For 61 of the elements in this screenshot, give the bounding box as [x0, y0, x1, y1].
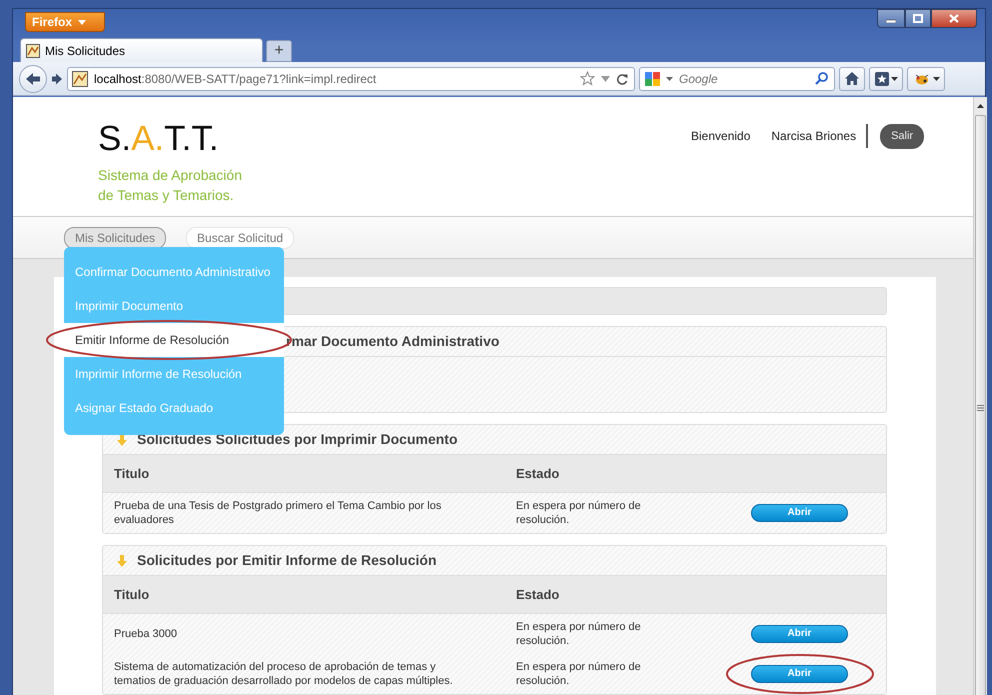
home-button[interactable] [839, 66, 865, 90]
table-cell-text: En espera por número de resolución. [516, 620, 642, 648]
menu-item[interactable]: Confirmar Documento Administrativo [75, 263, 270, 281]
table-cell-text: En espera por número de resolución. [516, 499, 642, 527]
column-header: Estado [516, 586, 560, 604]
down-arrow-icon [117, 554, 127, 566]
caret-icon [890, 76, 898, 80]
section-title: Solicitudes Solicitudes por Imprimir Documento [137, 430, 458, 449]
minimize-button[interactable] [877, 9, 905, 28]
search-field[interactable]: Google [639, 66, 835, 90]
firefox-menu-button[interactable]: Firefox [25, 12, 105, 32]
logout-button[interactable]: Salir [880, 124, 924, 148]
caret-icon [78, 20, 86, 24]
down-arrow-icon [117, 434, 127, 446]
reload-icon[interactable] [616, 72, 628, 84]
close-button[interactable] [931, 9, 977, 28]
browser-tab[interactable]: Mis Solicitudes [20, 38, 263, 62]
caret-icon [932, 76, 940, 80]
column-header: Titulo [113, 586, 150, 604]
maximize-button[interactable] [905, 9, 931, 28]
search-engine-icon [644, 70, 662, 86]
grip-icon [977, 405, 984, 411]
nav-tab[interactable]: Buscar Solicitud [186, 226, 294, 248]
caret-icon [666, 76, 673, 80]
star-icon[interactable] [580, 71, 595, 86]
close-icon [949, 14, 959, 23]
addon-button[interactable] [907, 66, 945, 90]
open-button[interactable]: Abrir [751, 625, 848, 643]
back-arrow-icon [25, 72, 41, 86]
home-icon [845, 72, 859, 85]
menu-item[interactable]: Imprimir Documento [75, 297, 184, 315]
logo-text: S.A.T.T. [98, 121, 219, 156]
table-cell-text: En espera por número de resolución. [516, 660, 642, 688]
app-subtitle: Sistema de Aprobación de Temas y Temarios. [98, 166, 243, 205]
dropdown-caret-icon[interactable] [601, 76, 610, 82]
column-header: Estado [516, 464, 560, 483]
maximize-icon [913, 14, 923, 23]
new-tab-button[interactable]: + [266, 40, 292, 62]
table-cell-text: Prueba 3000 [113, 627, 178, 641]
section-title: Solicitudes por Emitir Informe de Resolución [137, 551, 436, 570]
menu-item[interactable]: Asignar Estado Graduado [75, 399, 214, 417]
user-name: Narcisa Briones [771, 128, 856, 146]
nav-tab[interactable]: Mis Solicitudes [64, 226, 166, 248]
address-bar[interactable]: localhost:8080/WEB-SATT/page71?link=impl.redirect [67, 66, 635, 90]
table-cell-text: Prueba de una Tesis de Postgrado primero el Tema Cambio por los evaluadores [113, 499, 442, 527]
bookmark-star-icon [874, 72, 888, 86]
favicon-icon [72, 70, 88, 86]
forward-arrow-icon[interactable] [51, 72, 63, 84]
bookmarks-button[interactable] [869, 66, 903, 90]
open-button[interactable]: Abrir [751, 504, 848, 522]
favicon-icon [26, 44, 40, 58]
welcome-text: Bienvenido [691, 128, 750, 146]
scroll-thumb[interactable] [975, 115, 986, 695]
search-icon[interactable] [815, 72, 828, 85]
menu-item[interactable]: Imprimir Informe de Resolución [75, 365, 242, 383]
column-header: Titulo [113, 464, 150, 483]
table-cell-text: Sistema de automatización del proceso de aprobación de temas y tematios de graduación desarrollado por modelos de capas múltiples. [113, 660, 454, 688]
open-button[interactable]: Abrir [751, 665, 848, 683]
scrollbar[interactable] [973, 97, 987, 695]
back-button[interactable] [19, 64, 47, 92]
url-text: localhost:8080/WEB-SATT/page71?link=impl.redirect [94, 70, 378, 88]
